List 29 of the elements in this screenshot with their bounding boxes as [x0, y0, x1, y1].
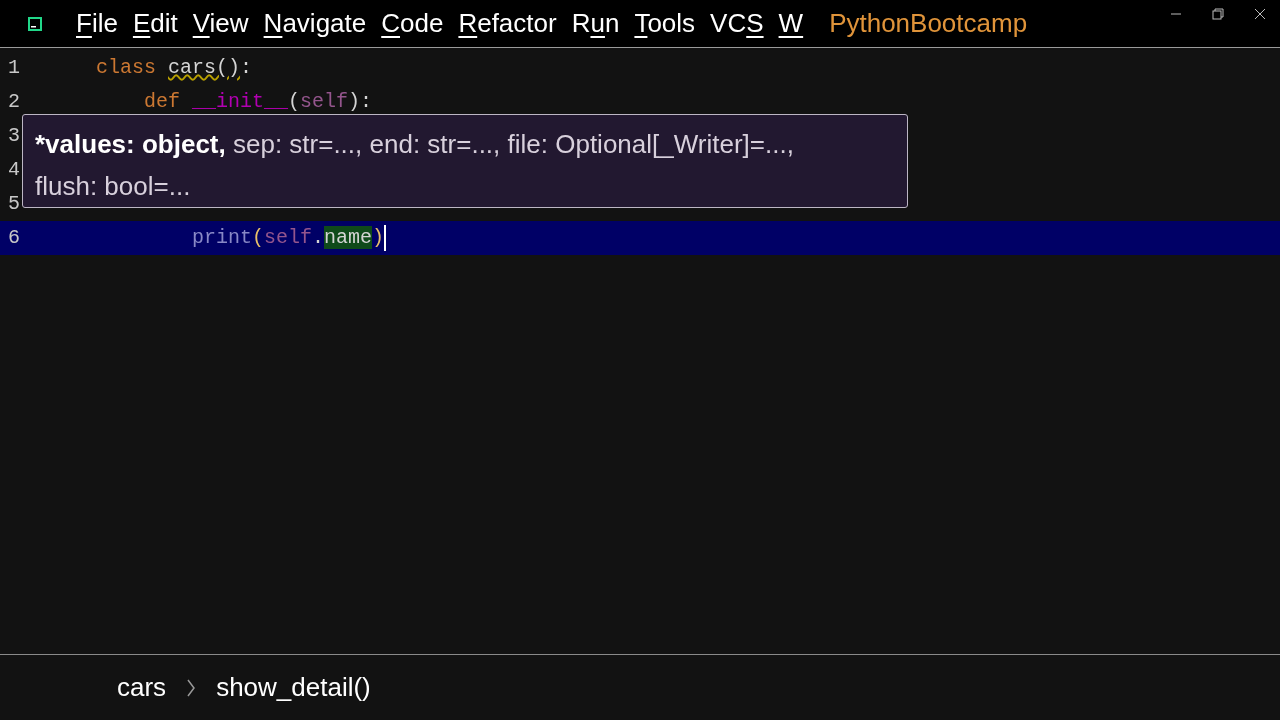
- line-number: 6: [8, 225, 20, 251]
- line-number: 5: [8, 191, 20, 217]
- chevron-right-icon: [186, 677, 197, 698]
- menu-item[interactable]: VCS: [710, 4, 764, 43]
- code-text: class cars():: [96, 55, 253, 81]
- parameter-hint-text: flush: bool=...: [35, 170, 192, 203]
- project-name: PythonBootcamp: [829, 7, 1028, 40]
- breadcrumb-item[interactable]: show_detail(): [216, 668, 371, 707]
- line-number: 1: [8, 55, 20, 81]
- line-number: 3: [8, 123, 20, 149]
- menu-item[interactable]: View: [192, 4, 249, 43]
- code-text: print(self.name): [192, 225, 385, 251]
- app-logo-icon: [28, 16, 42, 31]
- menu-item[interactable]: File: [76, 4, 118, 43]
- menu-item[interactable]: Run: [571, 4, 620, 43]
- menu-item[interactable]: Navigate: [263, 4, 367, 43]
- code-text: def __init__(self):: [144, 89, 373, 115]
- parameter-hint-text: *values: object, sep: str=..., end: str=..., file: Optional[_Writer]=...,: [35, 128, 795, 161]
- menu-item[interactable]: Tools: [634, 4, 696, 43]
- line-number: 2: [8, 89, 20, 115]
- close-icon[interactable]: [1254, 8, 1266, 20]
- text-cursor: [384, 225, 387, 251]
- breadcrumb-item[interactable]: cars: [117, 668, 167, 707]
- menu-item[interactable]: Edit: [132, 4, 178, 43]
- menu-item[interactable]: W: [778, 4, 804, 43]
- menu-item[interactable]: Code: [381, 4, 444, 43]
- line-number: 4: [8, 157, 20, 183]
- restore-icon[interactable]: [1212, 8, 1224, 20]
- menu-item[interactable]: Refactor: [458, 4, 557, 43]
